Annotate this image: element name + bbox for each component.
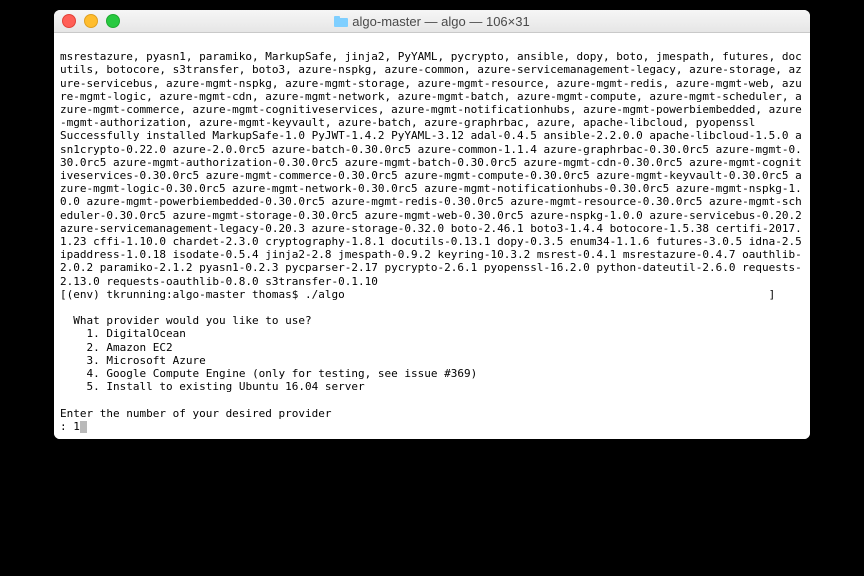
close-icon[interactable]	[62, 14, 76, 28]
provider-option-4: 4. Google Compute Engine (only for testi…	[60, 367, 477, 380]
provider-option-1: 1. DigitalOcean	[60, 327, 186, 340]
output-packages: msrestazure, pyasn1, paramiko, MarkupSaf…	[60, 50, 802, 129]
shell-prompt: (env) tkrunning:algo-master thomas$	[67, 288, 299, 301]
output-success: Successfully installed MarkupSafe-1.0 Py…	[60, 129, 808, 287]
prompt-open-bracket: [	[60, 288, 67, 301]
window-title: algo-master — algo — 106×31	[54, 14, 810, 29]
titlebar: algo-master — algo — 106×31	[54, 10, 810, 33]
input-prefix: :	[60, 420, 73, 433]
provider-option-5: 5. Install to existing Ubuntu 16.04 serv…	[60, 380, 365, 393]
prompt-close-bracket: ]	[769, 288, 776, 301]
cursor	[80, 421, 87, 433]
enter-prompt: Enter the number of your desired provide…	[60, 407, 332, 420]
shell-command: ./algo	[298, 288, 344, 301]
provider-question: What provider would you like to use?	[60, 314, 312, 327]
terminal-window: algo-master — algo — 106×31 msrestazure,…	[54, 10, 810, 439]
traffic-lights	[54, 14, 120, 28]
provider-option-3: 3. Microsoft Azure	[60, 354, 206, 367]
folder-icon	[334, 16, 348, 27]
provider-option-2: 2. Amazon EC2	[60, 341, 173, 354]
window-title-text: algo-master — algo — 106×31	[352, 14, 529, 29]
zoom-icon[interactable]	[106, 14, 120, 28]
minimize-icon[interactable]	[84, 14, 98, 28]
terminal-body[interactable]: msrestazure, pyasn1, paramiko, MarkupSaf…	[54, 33, 810, 439]
user-input[interactable]: 1	[73, 420, 80, 433]
